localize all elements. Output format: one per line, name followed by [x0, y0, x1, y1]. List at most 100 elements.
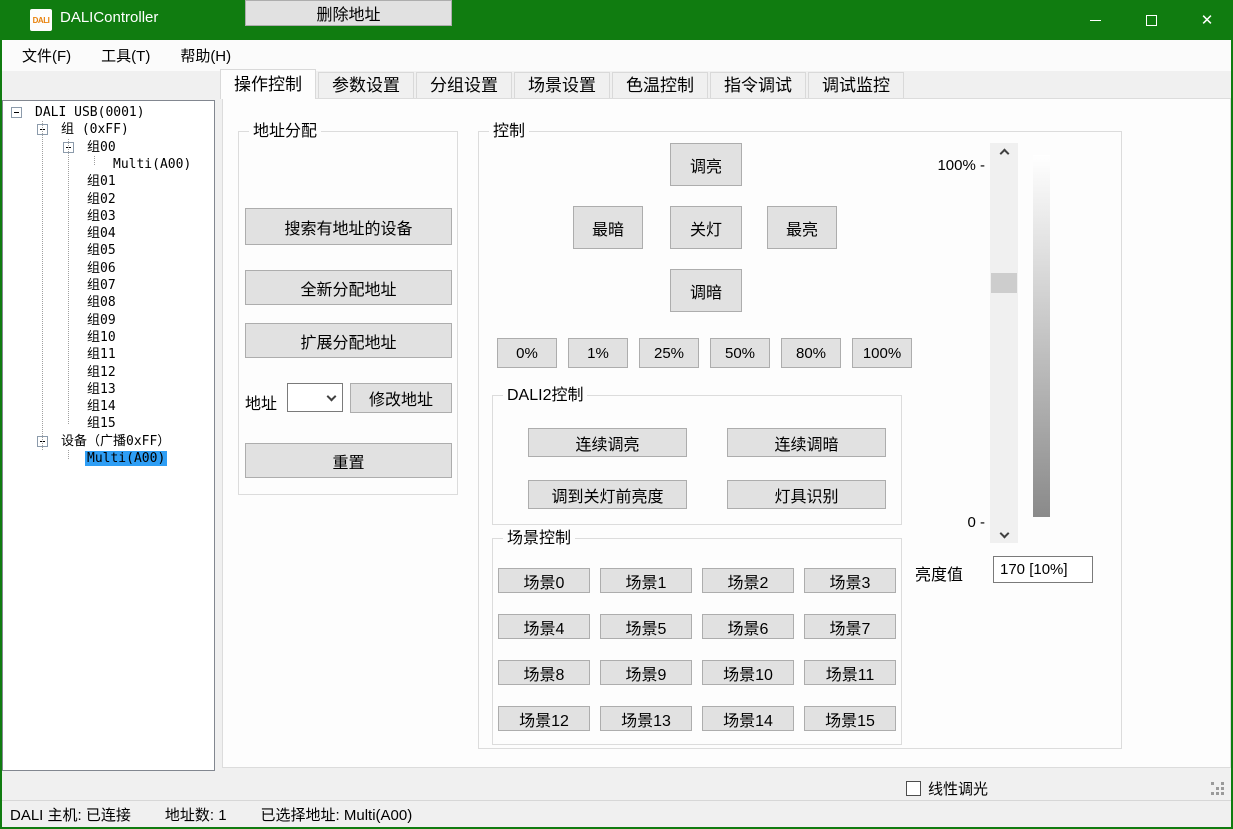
scene-button[interactable]: 场景13	[600, 706, 692, 731]
tree-item[interactable]: 组02	[85, 192, 118, 207]
control-group-title: 控制	[489, 122, 529, 141]
tree-item[interactable]: 组06	[85, 261, 118, 276]
tree-item[interactable]: 组03	[85, 209, 118, 224]
tree-item[interactable]: 组00	[85, 140, 118, 155]
tree-item[interactable]: Multi(A00)	[111, 157, 193, 172]
percent-buttons-row: 0% 1% 25% 50% 80% 100%	[497, 338, 912, 368]
scene-button[interactable]: 场景11	[804, 660, 896, 685]
tree-item[interactable]: 组01	[85, 174, 118, 189]
lamp-off-button[interactable]: 关灯	[670, 206, 742, 249]
tree-item[interactable]: 组07	[85, 278, 118, 293]
scene-button[interactable]: 场景2	[702, 568, 794, 593]
dali2-button[interactable]: 连续调亮	[528, 428, 687, 457]
tree-item[interactable]: 组 (0xFF)	[59, 122, 131, 137]
dalicontroller-window: DALI DALIController ✕ 文件(F)工具(T)帮助(H) DA…	[0, 0, 1233, 829]
scene-button[interactable]: 场景8	[498, 660, 590, 685]
dali2-button[interactable]: 调到关灯前亮度	[528, 480, 687, 509]
device-tree[interactable]: DALI USB(0001) 组 (0xFF) 组00 Multi(A00) 组01 组0…	[2, 100, 215, 771]
tree-item[interactable]: 组09	[85, 313, 118, 328]
checkbox-icon[interactable]	[906, 781, 921, 796]
close-icon: ✕	[1201, 13, 1214, 28]
scroll-up-button[interactable]	[990, 143, 1018, 163]
tree-item[interactable]: 组04	[85, 226, 118, 241]
reset-button[interactable]: 重置	[245, 443, 452, 478]
tree-connector-line	[94, 156, 95, 165]
min-brightness-button[interactable]: 最暗	[573, 206, 643, 249]
brightness-value-box[interactable]: 170 [10%]	[993, 556, 1093, 583]
maximize-button[interactable]	[1128, 0, 1174, 40]
linear-dimming-checkbox[interactable]: 线性调光	[906, 778, 988, 799]
close-button[interactable]: ✕	[1184, 0, 1230, 40]
tree-item-selected[interactable]: Multi(A00)	[85, 451, 167, 466]
scene-button[interactable]: 场景4	[498, 614, 590, 639]
percent-button[interactable]: 1%	[568, 338, 628, 368]
scrollbar-thumb[interactable]	[991, 273, 1017, 293]
percent-button[interactable]: 80%	[781, 338, 841, 368]
scene-button[interactable]: 场景14	[702, 706, 794, 731]
tree-item[interactable]: 组13	[85, 382, 118, 397]
percent-button[interactable]: 0%	[497, 338, 557, 368]
scene-button[interactable]: 场景15	[804, 706, 896, 731]
resize-grip-icon[interactable]	[1211, 782, 1214, 785]
tab[interactable]: 色温控制	[612, 72, 708, 99]
scroll-down-button[interactable]	[990, 523, 1018, 543]
address-action-button[interactable]: 全新分配地址	[245, 270, 452, 305]
brightness-gradient-bar	[1033, 155, 1050, 517]
chevron-down-icon	[327, 392, 337, 402]
scene-button[interactable]: 场景5	[600, 614, 692, 639]
dali2-button[interactable]: 连续调暗	[727, 428, 886, 457]
dali2-button[interactable]: 灯具识别	[727, 480, 886, 509]
scene-button[interactable]: 场景0	[498, 568, 590, 593]
brightness-value-label: 亮度值	[915, 561, 963, 585]
minimize-button[interactable]	[1072, 0, 1118, 40]
address-action-button[interactable]: 搜索有地址的设备	[245, 208, 452, 245]
tree-item[interactable]: 组10	[85, 330, 118, 345]
tree-item[interactable]: 组15	[85, 416, 118, 431]
tree-item[interactable]: 组05	[85, 243, 118, 258]
tree-item[interactable]: DALI USB(0001)	[33, 105, 147, 120]
chevron-up-icon	[999, 148, 1009, 158]
tab[interactable]: 操作控制	[220, 69, 316, 99]
app-logo-icon: DALI	[30, 9, 52, 31]
scene-button[interactable]: 场景12	[498, 706, 590, 731]
percent-button[interactable]: 25%	[639, 338, 699, 368]
percent-button[interactable]: 50%	[710, 338, 770, 368]
scene-button[interactable]: 场景1	[600, 568, 692, 593]
menu-item[interactable]: 帮助(H)	[178, 43, 233, 68]
statusbar: DALI 主机: 已连接地址数: 1已选择地址: Multi(A00)	[0, 800, 1233, 827]
tab[interactable]: 调试监控	[808, 72, 904, 99]
scene-button[interactable]: 场景10	[702, 660, 794, 685]
address-combobox[interactable]	[287, 383, 343, 412]
tree-item[interactable]: 组11	[85, 347, 118, 362]
window-frame-left	[0, 40, 2, 829]
minimize-icon	[1090, 20, 1101, 21]
scene-button[interactable]: 场景3	[804, 568, 896, 593]
menu-item[interactable]: 文件(F)	[20, 43, 73, 68]
menu-item[interactable]: 工具(T)	[99, 43, 152, 68]
percent-button[interactable]: 100%	[852, 338, 912, 368]
address-assign-group: 地址分配	[238, 131, 458, 495]
dim-down-button[interactable]: 调暗	[670, 269, 742, 312]
scene-button[interactable]: 场景6	[702, 614, 794, 639]
scene-button[interactable]: 场景9	[600, 660, 692, 685]
scene-button[interactable]: 场景7	[804, 614, 896, 639]
dim-up-button[interactable]: 调亮	[670, 143, 742, 186]
tree-item[interactable]: 组14	[85, 399, 118, 414]
dali2-control-group-title: DALI2控制	[503, 386, 587, 405]
brightness-scrollbar[interactable]	[990, 143, 1018, 543]
tree-item[interactable]: 组12	[85, 365, 118, 380]
address-action-button[interactable]: 删除地址	[245, 0, 452, 26]
tab[interactable]: 场景设置	[514, 72, 610, 99]
tab[interactable]: 参数设置	[318, 72, 414, 99]
modify-address-button[interactable]: 修改地址	[350, 383, 452, 413]
tree-expand-toggle[interactable]	[11, 107, 22, 118]
tab[interactable]: 指令调试	[710, 72, 806, 99]
tree-item[interactable]: 组08	[85, 295, 118, 310]
address-action-button[interactable]: 扩展分配地址	[245, 323, 452, 358]
tree-item[interactable]: 设备（广播0xFF）	[59, 434, 172, 449]
tab[interactable]: 分组设置	[416, 72, 512, 99]
chevron-down-icon	[999, 528, 1009, 538]
status-item: 地址数: 1	[165, 804, 227, 825]
max-brightness-button[interactable]: 最亮	[767, 206, 837, 249]
menubar: 文件(F) 工具(T) 帮助(H)	[0, 40, 1233, 71]
